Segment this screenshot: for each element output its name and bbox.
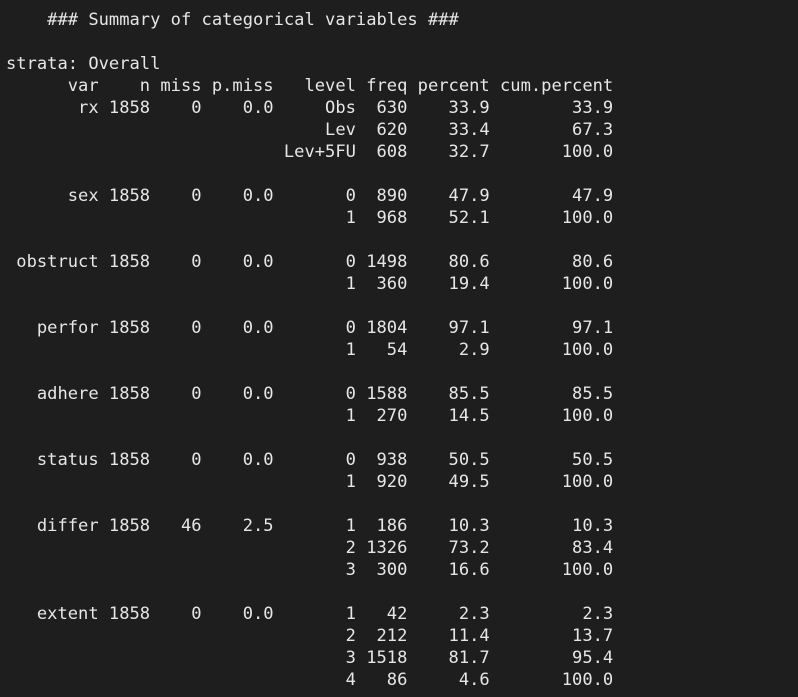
console-line: 1 920 49.5 100.0 xyxy=(6,472,614,492)
console-line: Lev+5FU 608 32.7 100.0 xyxy=(6,142,614,162)
console-line: 1 270 14.5 100.0 xyxy=(6,406,614,426)
console-line: 1 968 52.1 100.0 xyxy=(6,208,614,228)
console-line: adhere 1858 0 0.0 0 1588 85.5 85.5 xyxy=(6,384,614,404)
console-line: 1 54 2.9 100.0 xyxy=(6,340,614,360)
console-line: 1 360 19.4 100.0 xyxy=(6,274,614,294)
r-console-output: { "console": { "lines": [ " ### Summary … xyxy=(0,0,798,697)
console-line: 4 86 4.6 100.0 xyxy=(6,670,614,690)
console-line: sex 1858 0 0.0 0 890 47.9 47.9 xyxy=(6,186,614,206)
console-line: strata: Overall xyxy=(6,54,161,74)
console-line: status 1858 0 0.0 0 938 50.5 50.5 xyxy=(6,450,614,470)
console-line: 2 1326 73.2 83.4 xyxy=(6,538,614,558)
console-line: 3 300 16.6 100.0 xyxy=(6,560,614,580)
console-line: differ 1858 46 2.5 1 186 10.3 10.3 xyxy=(6,516,614,536)
console-line: var n miss p.miss level freq percent cum… xyxy=(6,76,614,96)
console-line: Lev 620 33.4 67.3 xyxy=(6,120,614,140)
console-line: perfor 1858 0 0.0 0 1804 97.1 97.1 xyxy=(6,318,614,338)
console-line: 2 212 11.4 13.7 xyxy=(6,626,614,646)
console-line: extent 1858 0 0.0 1 42 2.3 2.3 xyxy=(6,604,614,624)
console-text: ### Summary of categorical variables ###… xyxy=(6,9,613,691)
console-line: rx 1858 0 0.0 Obs 630 33.9 33.9 xyxy=(6,98,614,118)
console-line: obstruct 1858 0 0.0 0 1498 80.6 80.6 xyxy=(6,252,614,272)
console-line: 3 1518 81.7 95.4 xyxy=(6,648,614,668)
console-line: ### Summary of categorical variables ### xyxy=(6,10,459,30)
